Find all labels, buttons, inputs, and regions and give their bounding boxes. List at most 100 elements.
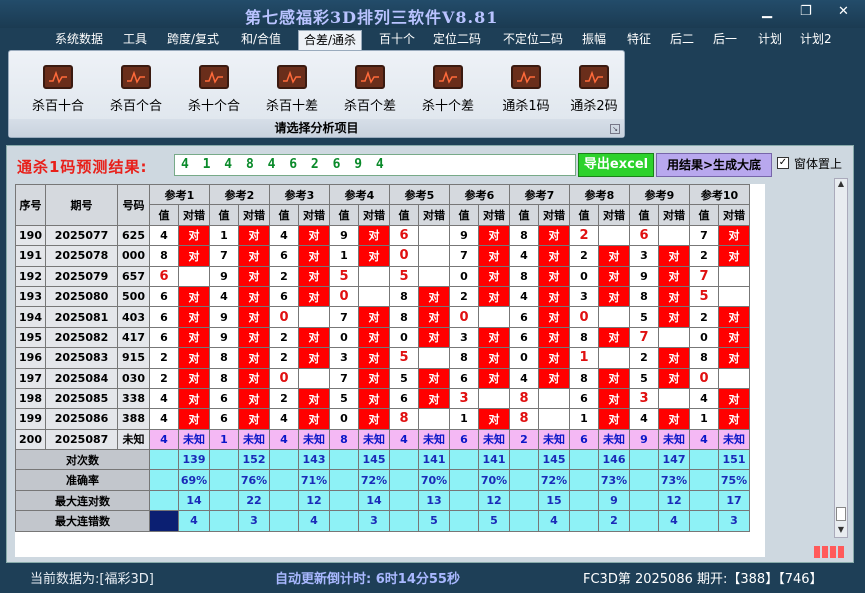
menu-item[interactable]: 特征 <box>622 30 656 50</box>
menu-item[interactable]: 系统数据 <box>50 30 108 50</box>
ref-result: 对 <box>298 326 330 349</box>
scroll-thumb[interactable] <box>836 507 846 521</box>
stats-row: 最大连对数 14 22 12 14 13 12 15 9 12 17 <box>15 489 750 512</box>
row-issue: 2025080 <box>45 285 118 308</box>
predicted-value: 4 <box>269 428 299 451</box>
menu-item[interactable]: 振幅 <box>577 30 611 50</box>
stats-value: 70% <box>418 469 450 491</box>
ref-value: 4 <box>269 224 299 247</box>
ribbon-button[interactable]: 杀百十差 <box>253 65 331 114</box>
stats-value: 15 <box>538 489 570 512</box>
ribbon-button-label: 杀百个合 <box>109 99 162 114</box>
stats-value: 141 <box>478 449 510 471</box>
menu-item[interactable]: 合差/通杀 <box>298 30 363 50</box>
ref-value: 7 <box>689 224 719 247</box>
ref-result: 对 <box>298 265 330 287</box>
row-seq: 193 <box>15 285 46 308</box>
scroll-up-icon[interactable]: ▲ <box>836 179 846 191</box>
menu-item[interactable]: 和/合值 <box>236 30 286 50</box>
ribbon-button[interactable]: 通杀2码 <box>555 65 633 114</box>
column-header-value: 值 <box>149 204 179 226</box>
table-row[interactable]: 190 2025077 625 4 对 1 对 4 对 9 对 6 9 对 8 对 2 6 7 对 <box>15 224 750 247</box>
predicted-result: 未知 <box>658 428 690 451</box>
ribbon-launcher-icon[interactable]: ↘ <box>610 124 620 134</box>
row-number: 未知 <box>117 428 150 451</box>
menu-item[interactable]: 计划2 <box>795 30 837 50</box>
stats-value: 2 <box>598 510 630 532</box>
menu-item[interactable]: 工具 <box>118 30 152 50</box>
table-row[interactable]: 198 2025085 338 4 对 6 对 2 对 5 对 6 对 3 8 6 对 3 4 对 <box>15 387 750 410</box>
ref-result: 对 <box>298 347 330 369</box>
ref-result: 对 <box>538 326 570 349</box>
menu-item[interactable]: 不定位二码 <box>498 30 568 50</box>
stats-spacer <box>569 510 599 532</box>
generate-base-button[interactable]: 用结果>生成大底 <box>656 153 772 177</box>
ref-value: 6 <box>269 285 299 308</box>
ref-value: 7 <box>329 367 359 389</box>
predicted-value: 6 <box>569 428 599 451</box>
chart-icon <box>511 65 541 89</box>
ref-result: 对 <box>598 245 630 267</box>
ribbon-button[interactable]: 杀百个差 <box>331 65 409 114</box>
ref-value: 8 <box>209 367 239 389</box>
stats-spacer <box>389 449 419 471</box>
ref-result: 对 <box>718 326 750 349</box>
stats-spacer <box>629 449 659 471</box>
table-row[interactable]: 199 2025086 388 4 对 6 对 4 对 0 对 8 1 对 8 1 对 4 对 1 对 <box>15 408 750 430</box>
ref-result: 对 <box>598 387 630 410</box>
column-header-result: 对错 <box>358 204 390 226</box>
menu-item[interactable]: 后二 <box>665 30 699 50</box>
scroll-down-icon[interactable]: ▼ <box>836 525 846 537</box>
row-number: 500 <box>117 285 150 308</box>
ribbon-button-label: 杀十个差 <box>421 99 474 114</box>
menu-item[interactable]: 百十个 <box>374 30 420 50</box>
ribbon-button[interactable]: 杀百十合 <box>19 65 97 114</box>
restore-icon[interactable]: ❐ <box>800 4 812 19</box>
ref-result: 对 <box>478 326 510 349</box>
ref-result: 对 <box>538 367 570 389</box>
ref-value: 9 <box>209 326 239 349</box>
row-seq: 198 <box>15 387 46 410</box>
table-row[interactable]: 192 2025079 657 6 9 对 2 对 5 5 0 对 8 对 0 对 9 对 7 <box>15 265 750 287</box>
stats-value: 152 <box>238 449 270 471</box>
ribbon-button[interactable]: 通杀1码 <box>487 65 565 114</box>
window-on-top-checkbox[interactable]: ✓ <box>777 157 789 169</box>
ref-value: 9 <box>209 306 239 328</box>
status-bar: 当前数据为:[福彩3D] 自动更新倒计时: 6时14分55秒 FC3D第 202… <box>0 565 865 593</box>
table-row[interactable]: 191 2025078 000 8 对 7 对 6 对 1 对 0 7 对 4 对 2 对 3 对 2 对 <box>15 245 750 267</box>
row-issue: 2025085 <box>45 387 118 410</box>
vertical-scrollbar[interactable]: ▲ ▼ <box>834 178 848 538</box>
table-row[interactable]: 197 2025084 030 2 对 8 对 0 7 对 5 对 6 对 4 对 8 对 5 对 0 <box>15 367 750 389</box>
stats-label: 对次数 <box>15 449 150 471</box>
ref-result: 对 <box>238 367 270 389</box>
menu-item[interactable]: 跨度/复式 <box>162 30 224 50</box>
stats-value: 73% <box>598 469 630 491</box>
ribbon-button[interactable]: 杀百个合 <box>97 65 175 114</box>
ref-value: 2 <box>269 347 299 369</box>
stats-spacer <box>149 469 179 491</box>
predicted-result: 未知 <box>418 428 450 451</box>
ref-result: 对 <box>418 306 450 328</box>
menu-item[interactable]: 定位二码 <box>428 30 486 50</box>
menu-item[interactable]: 计划 <box>753 30 787 50</box>
row-number: 388 <box>117 408 150 430</box>
ref-result <box>718 285 750 308</box>
export-excel-button[interactable]: 导出excel <box>578 153 654 177</box>
menu-item[interactable]: 后一 <box>708 30 742 50</box>
ribbon-button[interactable]: 杀十个差 <box>409 65 487 114</box>
table-row[interactable]: 196 2025083 915 2 对 8 对 2 对 3 对 5 8 对 0 对 1 2 对 8 对 <box>15 347 750 369</box>
prediction-row[interactable]: 200 2025087 未知 4 未知 1 未知 4 未知 8 未知 4 未知 6 未知 2 未知 6 未知 9 未知 4… <box>15 428 750 451</box>
ref-value: 0 <box>389 245 419 267</box>
ribbon-button[interactable]: 杀十个合 <box>175 65 253 114</box>
close-icon[interactable]: ✕ <box>838 4 849 19</box>
table-row[interactable]: 194 2025081 403 6 对 9 对 0 7 对 8 对 0 6 对 0 5 对 2 对 <box>15 306 750 328</box>
predicted-result: 未知 <box>238 428 270 451</box>
table-row[interactable]: 193 2025080 500 6 对 4 对 6 对 0 8 对 2 对 4 对 3 对 8 对 5 <box>15 285 750 308</box>
ribbon-caption: 请选择分析项目 <box>9 119 624 137</box>
stats-spacer <box>389 469 419 491</box>
minimize-icon[interactable]: ▁ <box>762 4 772 19</box>
table-row[interactable]: 195 2025082 417 6 对 9 对 2 对 0 对 0 对 3 对 6 对 8 对 7 0 对 <box>15 326 750 349</box>
prediction-result-field[interactable]: 4 1 4 8 4 6 2 6 9 4 <box>174 154 576 176</box>
predicted-result: 未知 <box>718 428 750 451</box>
ref-result <box>658 387 690 410</box>
